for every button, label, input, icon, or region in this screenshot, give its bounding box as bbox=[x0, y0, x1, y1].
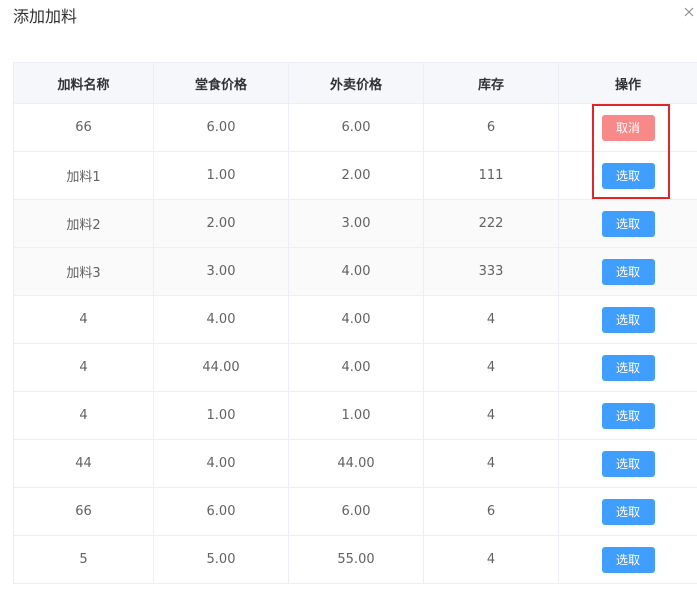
table-row: 4 44.00 4.00 4 选取 bbox=[13, 343, 697, 392]
cell-action: 选取 bbox=[558, 151, 697, 200]
topping-table-container: 加料名称 堂食价格 外卖价格 库存 操作 66 6.00 6.00 6 取消 加料1 1.0… bbox=[13, 62, 697, 584]
cell-takeout-price: 2.00 bbox=[288, 151, 424, 200]
cell-takeout-price: 4.00 bbox=[288, 295, 424, 344]
table-row: 66 6.00 6.00 6 选取 bbox=[13, 487, 697, 536]
cell-dine-in-price: 1.00 bbox=[153, 391, 289, 440]
select-button[interactable]: 选取 bbox=[601, 402, 655, 429]
cell-action: 选取 bbox=[558, 487, 697, 536]
table-row: 加料3 3.00 4.00 333 选取 bbox=[13, 247, 697, 296]
cell-stock: 4 bbox=[423, 343, 559, 392]
cell-takeout-price: 3.00 bbox=[288, 199, 424, 248]
header-dine-in-price: 堂食价格 bbox=[153, 62, 289, 104]
cell-action: 选取 bbox=[558, 247, 697, 296]
header-topping-name: 加料名称 bbox=[13, 62, 154, 104]
cell-takeout-price: 6.00 bbox=[288, 487, 424, 536]
close-icon[interactable] bbox=[682, 5, 696, 19]
cell-stock: 222 bbox=[423, 199, 559, 248]
cell-dine-in-price: 4.00 bbox=[153, 439, 289, 488]
cell-topping-name: 加料2 bbox=[13, 199, 154, 248]
cell-stock: 4 bbox=[423, 391, 559, 440]
table-row: 66 6.00 6.00 6 取消 bbox=[13, 103, 697, 152]
cell-dine-in-price: 1.00 bbox=[153, 151, 289, 200]
cell-stock: 6 bbox=[423, 487, 559, 536]
cell-stock: 6 bbox=[423, 103, 559, 152]
cell-topping-name: 加料1 bbox=[13, 151, 154, 200]
cell-action: 选取 bbox=[558, 199, 697, 248]
select-button[interactable]: 选取 bbox=[601, 546, 655, 573]
cell-topping-name: 4 bbox=[13, 295, 154, 344]
cell-dine-in-price: 3.00 bbox=[153, 247, 289, 296]
select-button[interactable]: 选取 bbox=[601, 162, 655, 189]
cell-dine-in-price: 2.00 bbox=[153, 199, 289, 248]
topping-table: 加料名称 堂食价格 外卖价格 库存 操作 66 6.00 6.00 6 取消 加料1 1.0… bbox=[13, 62, 697, 584]
cell-action: 选取 bbox=[558, 343, 697, 392]
cell-topping-name: 66 bbox=[13, 103, 154, 152]
header-actions: 操作 bbox=[558, 62, 697, 104]
dialog-title: 添加加料 bbox=[13, 7, 78, 26]
header-row: 加料名称 堂食价格 外卖价格 库存 操作 bbox=[13, 62, 697, 104]
cell-action: 选取 bbox=[558, 391, 697, 440]
cell-action: 选取 bbox=[558, 535, 697, 584]
table-row: 加料2 2.00 3.00 222 选取 bbox=[13, 199, 697, 248]
select-button[interactable]: 选取 bbox=[601, 354, 655, 381]
cell-dine-in-price: 4.00 bbox=[153, 295, 289, 344]
cell-action: 选取 bbox=[558, 439, 697, 488]
header-stock: 库存 bbox=[423, 62, 559, 104]
cancel-button[interactable]: 取消 bbox=[601, 114, 655, 141]
cell-action: 取消 bbox=[558, 103, 697, 152]
cell-takeout-price: 4.00 bbox=[288, 247, 424, 296]
select-button[interactable]: 选取 bbox=[601, 498, 655, 525]
cell-action: 选取 bbox=[558, 295, 697, 344]
select-button[interactable]: 选取 bbox=[601, 258, 655, 285]
cell-takeout-price: 4.00 bbox=[288, 343, 424, 392]
add-topping-dialog: 添加加料 加料名称 堂食价格 外卖价格 库存 操作 66 6.00 6.00 6 取消加… bbox=[0, 0, 697, 600]
cell-stock: 333 bbox=[423, 247, 559, 296]
cell-stock: 111 bbox=[423, 151, 559, 200]
cell-dine-in-price: 44.00 bbox=[153, 343, 289, 392]
cell-topping-name: 4 bbox=[13, 343, 154, 392]
table-row: 加料1 1.00 2.00 111 选取 bbox=[13, 151, 697, 200]
table-row: 4 4.00 4.00 4 选取 bbox=[13, 295, 697, 344]
cell-topping-name: 4 bbox=[13, 391, 154, 440]
select-button[interactable]: 选取 bbox=[601, 210, 655, 237]
table-row: 4 1.00 1.00 4 选取 bbox=[13, 391, 697, 440]
cell-dine-in-price: 6.00 bbox=[153, 487, 289, 536]
cell-takeout-price: 1.00 bbox=[288, 391, 424, 440]
cell-stock: 4 bbox=[423, 439, 559, 488]
table-row: 44 4.00 44.00 4 选取 bbox=[13, 439, 697, 488]
cell-takeout-price: 55.00 bbox=[288, 535, 424, 584]
table-row: 5 5.00 55.00 4 选取 bbox=[13, 535, 697, 584]
table-header: 加料名称 堂食价格 外卖价格 库存 操作 bbox=[13, 62, 697, 104]
cell-topping-name: 5 bbox=[13, 535, 154, 584]
cell-takeout-price: 6.00 bbox=[288, 103, 424, 152]
cell-topping-name: 加料3 bbox=[13, 247, 154, 296]
cell-topping-name: 44 bbox=[13, 439, 154, 488]
cell-dine-in-price: 6.00 bbox=[153, 103, 289, 152]
cell-stock: 4 bbox=[423, 295, 559, 344]
cell-takeout-price: 44.00 bbox=[288, 439, 424, 488]
table-body: 66 6.00 6.00 6 取消 加料1 1.00 2.00 111 选取 加料2 2.00 3.00… bbox=[13, 103, 697, 584]
select-button[interactable]: 选取 bbox=[601, 450, 655, 477]
cell-stock: 4 bbox=[423, 535, 559, 584]
header-takeout-price: 外卖价格 bbox=[288, 62, 424, 104]
cell-dine-in-price: 5.00 bbox=[153, 535, 289, 584]
select-button[interactable]: 选取 bbox=[601, 306, 655, 333]
cell-topping-name: 66 bbox=[13, 487, 154, 536]
